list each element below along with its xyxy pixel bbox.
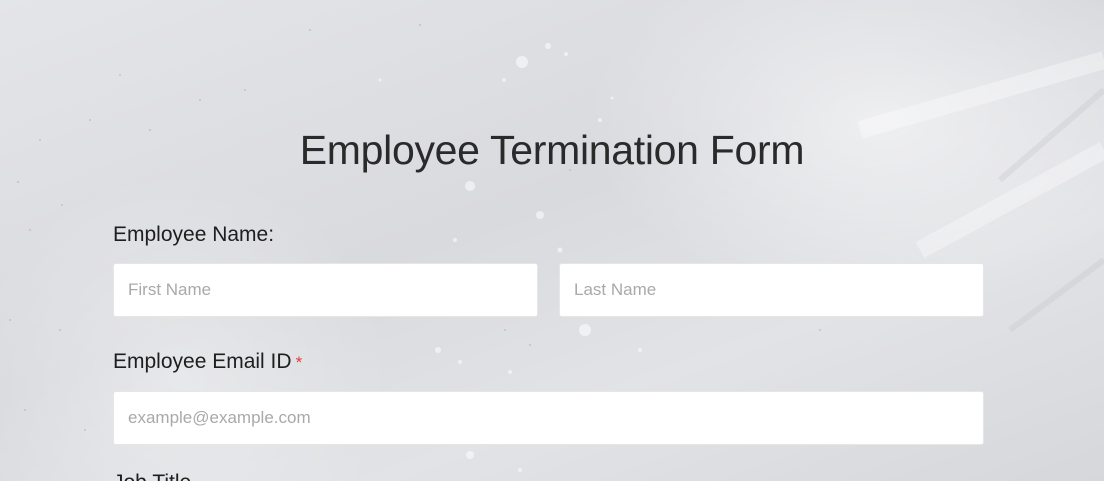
last-name-input[interactable] bbox=[559, 263, 984, 317]
required-asterisk: * bbox=[295, 353, 303, 372]
employee-email-input[interactable] bbox=[113, 391, 984, 445]
job-title-label: Job Title bbox=[113, 470, 191, 481]
employee-email-label-text: Employee Email ID bbox=[113, 350, 292, 373]
employee-name-label: Employee Name: bbox=[113, 223, 275, 246]
form-title: Employee Termination Form bbox=[299, 127, 805, 173]
first-name-input[interactable] bbox=[113, 263, 538, 317]
employee-email-label: Employee Email ID * bbox=[113, 349, 302, 376]
form-page: Employee Termination Form Employee Name:… bbox=[0, 0, 1104, 481]
